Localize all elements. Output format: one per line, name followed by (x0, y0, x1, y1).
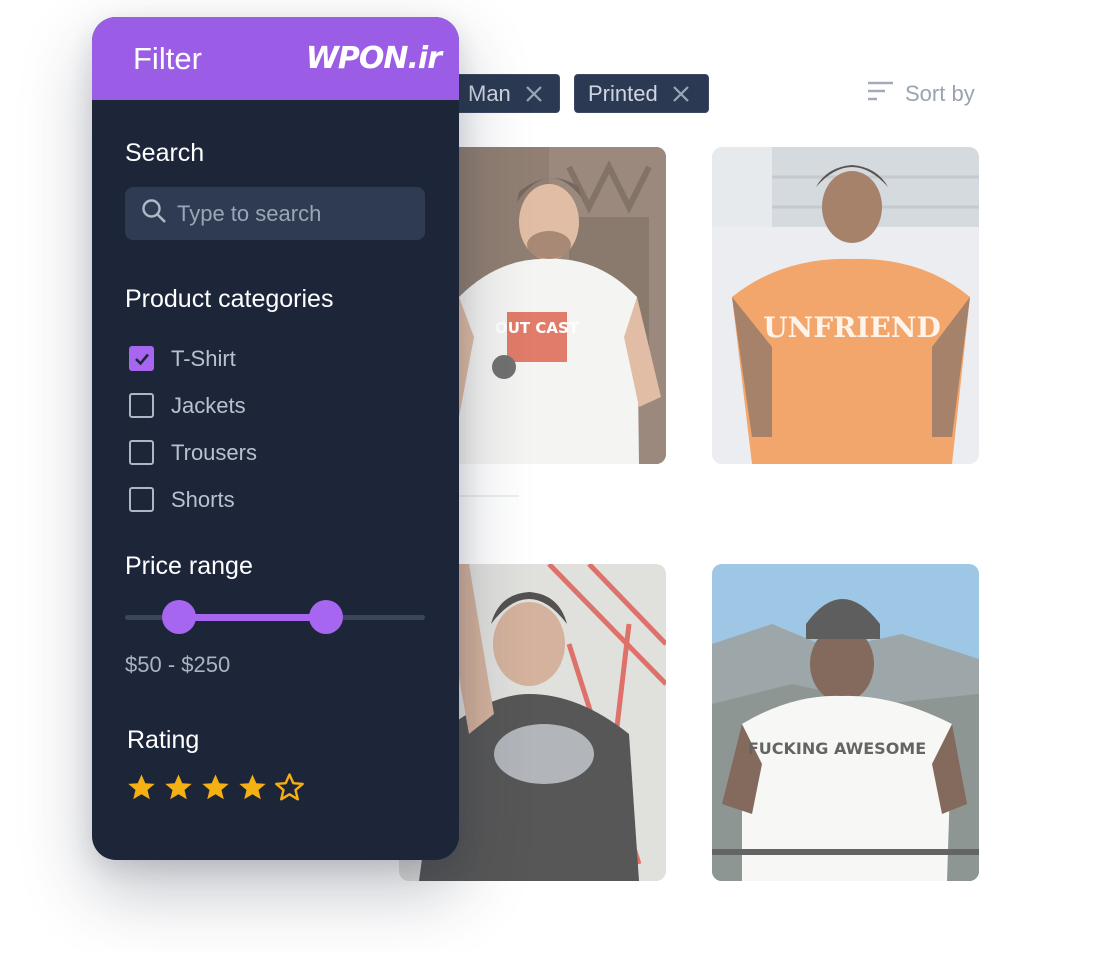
category-item-tshirt[interactable]: T-Shirt (129, 335, 257, 382)
rating-stars[interactable] (127, 773, 304, 802)
star-icon[interactable] (201, 773, 230, 802)
category-label: Trousers (171, 439, 257, 465)
sort-label: Sort by (905, 81, 975, 106)
filter-panel: Filter WPON.ir Search Product categories… (92, 17, 459, 860)
category-label: Shorts (171, 486, 235, 512)
star-outline-icon[interactable] (275, 773, 304, 802)
category-label: Jackets (171, 392, 246, 418)
brand-logo: WPON.ir (305, 41, 442, 76)
shorts-checkbox[interactable] (129, 487, 154, 512)
filter-header: Filter WPON.ir (92, 17, 459, 100)
category-item-trousers[interactable]: Trousers (129, 429, 257, 476)
chip-label: Printed (588, 80, 658, 106)
category-item-jackets[interactable]: Jackets (129, 382, 257, 429)
star-icon[interactable] (238, 773, 267, 802)
search-section-title: Search (125, 139, 205, 167)
close-icon[interactable] (523, 83, 545, 105)
category-list: T-Shirt Jackets Trousers Shorts (129, 335, 257, 523)
star-icon[interactable] (164, 773, 193, 802)
shirt-text: UNFRIEND (763, 311, 940, 344)
slider-fill (179, 614, 326, 621)
tshirt-checkbox[interactable] (129, 346, 154, 371)
close-icon[interactable] (670, 83, 692, 105)
categories-section-title: Product categories (125, 285, 334, 313)
search-field[interactable] (125, 187, 425, 240)
filter-chip-printed[interactable]: Printed (574, 74, 709, 113)
price-section-title: Price range (125, 552, 253, 580)
sort-button[interactable]: Sort by (867, 80, 975, 108)
divider (459, 495, 519, 497)
trousers-checkbox[interactable] (129, 440, 154, 465)
chip-label: Man (468, 80, 511, 106)
search-input[interactable] (177, 200, 407, 227)
star-icon[interactable] (127, 773, 156, 802)
sort-icon (867, 81, 894, 107)
product-card[interactable]: UNFRIEND (712, 147, 979, 464)
slider-max-handle[interactable] (309, 600, 343, 634)
product-image: FUCKING AWESOME (712, 564, 979, 881)
filter-title: Filter (133, 40, 202, 76)
shirt-text: OUT CAST (495, 319, 580, 337)
jackets-checkbox[interactable] (129, 393, 154, 418)
shirt-text: FUCKING AWESOME (748, 739, 926, 758)
search-icon (141, 198, 167, 229)
price-range-value: $50 - $250 (125, 652, 231, 677)
slider-min-handle[interactable] (162, 600, 196, 634)
category-label: T-Shirt (171, 345, 236, 371)
price-range-slider[interactable] (125, 600, 425, 634)
rating-section-title: Rating (127, 726, 200, 754)
product-image: UNFRIEND (712, 147, 979, 464)
product-card[interactable]: FUCKING AWESOME (712, 564, 979, 881)
check-icon (134, 353, 149, 365)
category-item-shorts[interactable]: Shorts (129, 476, 257, 523)
